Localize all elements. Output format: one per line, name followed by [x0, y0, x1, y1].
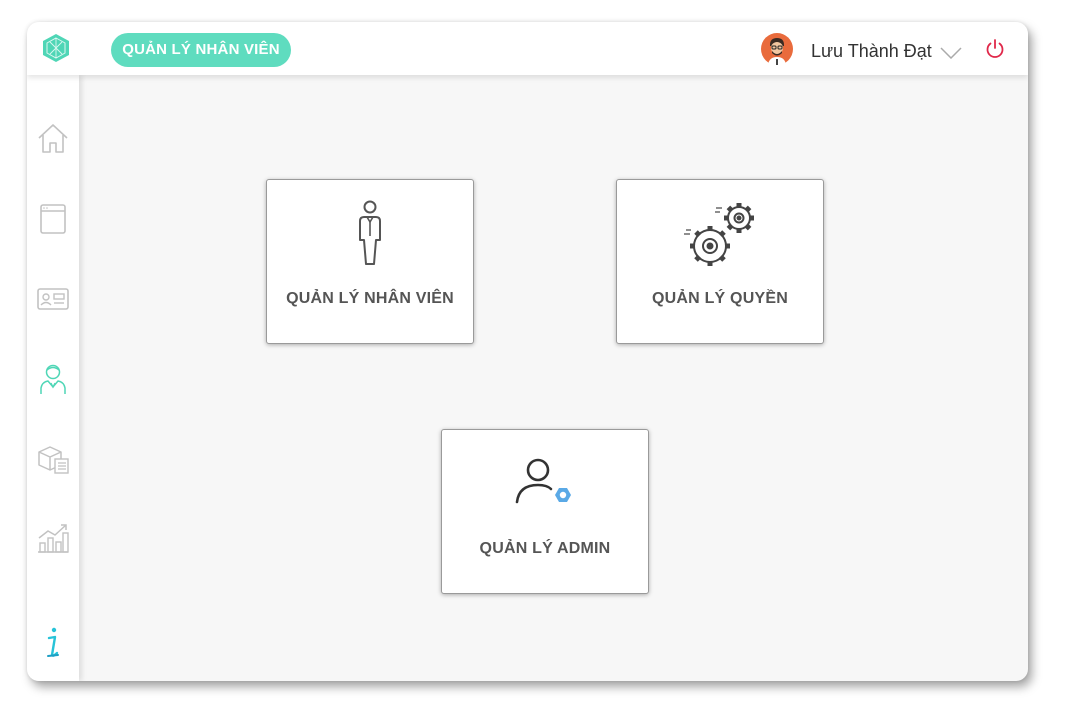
growth-chart-icon[interactable] [36, 521, 70, 555]
module-title-button[interactable]: QUẢN LÝ NHÂN VIÊN [111, 33, 291, 67]
browser-window-icon[interactable] [36, 201, 70, 235]
home-icon[interactable] [36, 121, 70, 155]
person-icon [267, 200, 473, 272]
top-bar: QUẢN LÝ NHÂN VIÊN Lưu Thành Đạt [27, 22, 1028, 75]
avatar[interactable] [761, 33, 793, 65]
logo-icon[interactable] [42, 33, 70, 63]
user-name[interactable]: Lưu Thành Đạt [811, 41, 932, 62]
card-label: QUẢN LÝ ADMIN [479, 540, 611, 557]
inventory-icon[interactable] [36, 441, 70, 475]
card-label: QUẢN LÝ NHÂN VIÊN [286, 290, 454, 307]
admin-user-icon [442, 450, 648, 522]
id-card-icon[interactable] [36, 281, 70, 315]
permission-management-card[interactable]: QUẢN LÝ QUYỀN [616, 179, 824, 344]
chevron-down-icon[interactable] [940, 46, 962, 60]
info-icon[interactable] [36, 626, 70, 660]
app-window: QUẢN LÝ NHÂN VIÊN Lưu Thành Đạt QUẢN LÝ … [27, 22, 1028, 681]
admin-management-card[interactable]: QUẢN LÝ ADMIN [441, 429, 649, 594]
employee-icon[interactable] [36, 361, 70, 395]
sidebar [27, 75, 79, 681]
card-label: QUẢN LÝ QUYỀN [652, 290, 788, 307]
power-icon[interactable] [984, 38, 1006, 60]
gears-icon [617, 200, 823, 272]
employee-management-card[interactable]: QUẢN LÝ NHÂN VIÊN [266, 179, 474, 344]
